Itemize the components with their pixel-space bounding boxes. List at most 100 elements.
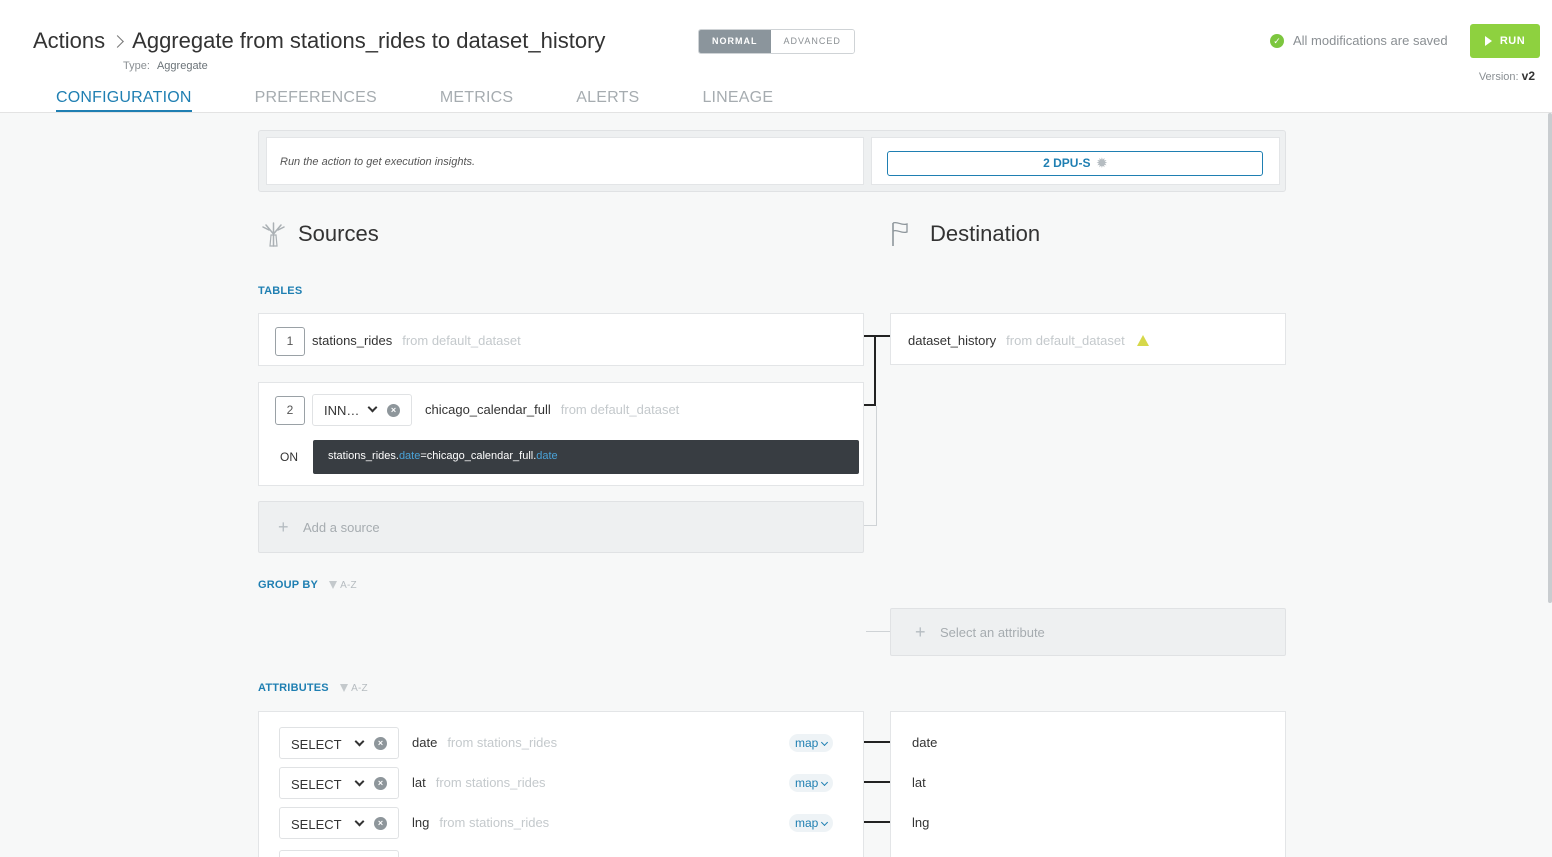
breadcrumb: Actions Aggregate from stations_rides to… [33, 28, 605, 54]
destination-table-name: dataset_history from default_dataset [908, 333, 1149, 348]
destination-attributes-list: date lat lng [890, 711, 1286, 857]
clear-icon[interactable]: × [387, 404, 400, 417]
tab-lineage[interactable]: LINEAGE [702, 89, 773, 112]
attributes-title: ATTRIBUTES [258, 682, 329, 694]
chevron-right-icon [111, 34, 125, 48]
destination-attribute[interactable]: date [912, 735, 937, 750]
action-type: Type: Aggregate [123, 60, 208, 72]
connector-line [866, 631, 890, 632]
attribute-op-select[interactable]: SELECT × [279, 727, 399, 759]
source-table-1[interactable]: 1 stations_rides from default_dataset [258, 313, 864, 366]
chevron-down-icon [354, 776, 365, 787]
tab-preferences[interactable]: PREFERENCES [255, 89, 377, 112]
attribute-source: date from stations_rides [412, 735, 557, 750]
attribute-name: date [412, 735, 438, 750]
source-name: stations_rides [312, 333, 393, 348]
dpu-panel: 2 DPU-S ✹ [871, 137, 1280, 185]
clear-icon[interactable]: × [374, 817, 387, 830]
map-dropdown[interactable]: map [789, 774, 834, 792]
select-attribute-button[interactable]: + Select an attribute [890, 608, 1286, 656]
source-attributes-list: SELECT × date from stations_rides map SEL… [258, 711, 864, 857]
sort-az-button[interactable]: A-Z [340, 683, 368, 694]
tab-alerts[interactable]: ALERTS [576, 89, 639, 112]
map-label: map [795, 736, 819, 750]
destination-title: Destination [930, 221, 1041, 246]
attribute-row-partial [279, 850, 849, 857]
add-source-button[interactable]: + Add a source [258, 501, 864, 553]
clear-icon[interactable]: × [374, 737, 387, 750]
sort-az-button[interactable]: A-Z [329, 580, 357, 591]
destination-attribute[interactable]: lat [912, 775, 926, 790]
chevron-down-icon [821, 778, 829, 787]
chevron-down-icon [367, 402, 378, 413]
source-index: 2 [275, 396, 305, 425]
join-condition[interactable]: stations_rides.date=chicago_calendar_ful… [313, 440, 859, 474]
connector-line [864, 781, 890, 783]
chevron-down-icon [354, 736, 365, 747]
source-table-name[interactable]: chicago_calendar_full from default_datase… [425, 402, 679, 417]
sort-az-label: A-Z [340, 580, 357, 591]
attribute-op-value: SELECT [291, 737, 342, 752]
destination-table[interactable]: dataset_history from default_dataset [890, 313, 1286, 365]
sources-icon [262, 222, 285, 247]
map-dropdown[interactable]: map [789, 734, 834, 752]
add-source-label: Add a source [303, 520, 380, 535]
version-info: Version: v2 [1479, 69, 1535, 83]
group-by-label: GROUP BY A-Z [258, 579, 357, 591]
tab-configuration[interactable]: CONFIGURATION [56, 89, 192, 112]
save-status-text: All modifications are saved [1293, 33, 1448, 48]
map-label: map [795, 816, 819, 830]
attributes-label: ATTRIBUTES A-Z [258, 682, 368, 694]
source-index: 1 [275, 327, 305, 356]
map-dropdown[interactable]: map [789, 814, 834, 832]
attribute-row: SELECT × date from stations_rides map [279, 727, 849, 759]
run-button[interactable]: RUN [1470, 24, 1540, 58]
plus-icon: + [915, 622, 926, 642]
play-icon [1484, 36, 1492, 46]
sort-icon [329, 581, 338, 589]
attribute-op-select[interactable] [279, 850, 399, 857]
insights-panel: Run the action to get execution insights… [258, 130, 1286, 192]
insights-message: Run the action to get execution insights… [266, 137, 864, 185]
condition-right-table: chicago_calendar_full. [426, 450, 537, 462]
version-value: v2 [1521, 69, 1535, 83]
attribute-op-select[interactable]: SELECT × [279, 807, 399, 839]
connector-line [864, 525, 877, 526]
condition-left-column: date [398, 450, 421, 462]
mode-normal-button[interactable]: NORMAL [699, 30, 771, 53]
check-circle-icon: ✓ [1270, 33, 1284, 48]
scrollbar[interactable] [1548, 113, 1552, 603]
tab-metrics[interactable]: METRICS [440, 89, 513, 112]
clear-icon[interactable]: × [374, 777, 387, 790]
attribute-source: lat from stations_rides [412, 775, 546, 790]
dpu-button[interactable]: 2 DPU-S ✹ [887, 151, 1263, 176]
connector-line [864, 741, 890, 743]
warning-icon [1136, 335, 1149, 346]
destination-name: dataset_history [908, 333, 997, 348]
attribute-origin: from stations_rides [435, 775, 546, 790]
condition-left-table: stations_rides. [328, 450, 399, 462]
map-label: map [795, 776, 819, 790]
tab-bar: CONFIGURATION PREFERENCES METRICS ALERTS… [56, 89, 836, 112]
breadcrumb-actions-link[interactable]: Actions [33, 28, 105, 54]
attribute-name: lng [412, 815, 430, 830]
attribute-op-value: SELECT [291, 817, 342, 832]
connector-line [864, 335, 890, 337]
attribute-source: lng from stations_rides [412, 815, 549, 830]
source-origin: from default_dataset [402, 333, 521, 348]
type-label: Type: [123, 60, 150, 72]
dpu-label: 2 DPU-S [1043, 156, 1091, 170]
chevron-down-icon [821, 738, 829, 747]
connector-line [864, 821, 890, 823]
group-by-title: GROUP BY [258, 579, 318, 591]
destination-attribute[interactable]: lng [912, 815, 929, 830]
join-type-select[interactable]: INN… × [312, 394, 412, 426]
attribute-op-select[interactable]: SELECT × [279, 767, 399, 799]
join-type-value: INN… [324, 403, 360, 418]
mode-advanced-button[interactable]: ADVANCED [770, 30, 854, 53]
attribute-row: SELECT × lat from stations_rides map [279, 767, 849, 799]
type-value: Aggregate [156, 60, 208, 72]
run-button-label: RUN [1499, 35, 1526, 47]
mode-toggle: NORMAL ADVANCED [698, 29, 855, 54]
chevron-down-icon [821, 818, 829, 827]
